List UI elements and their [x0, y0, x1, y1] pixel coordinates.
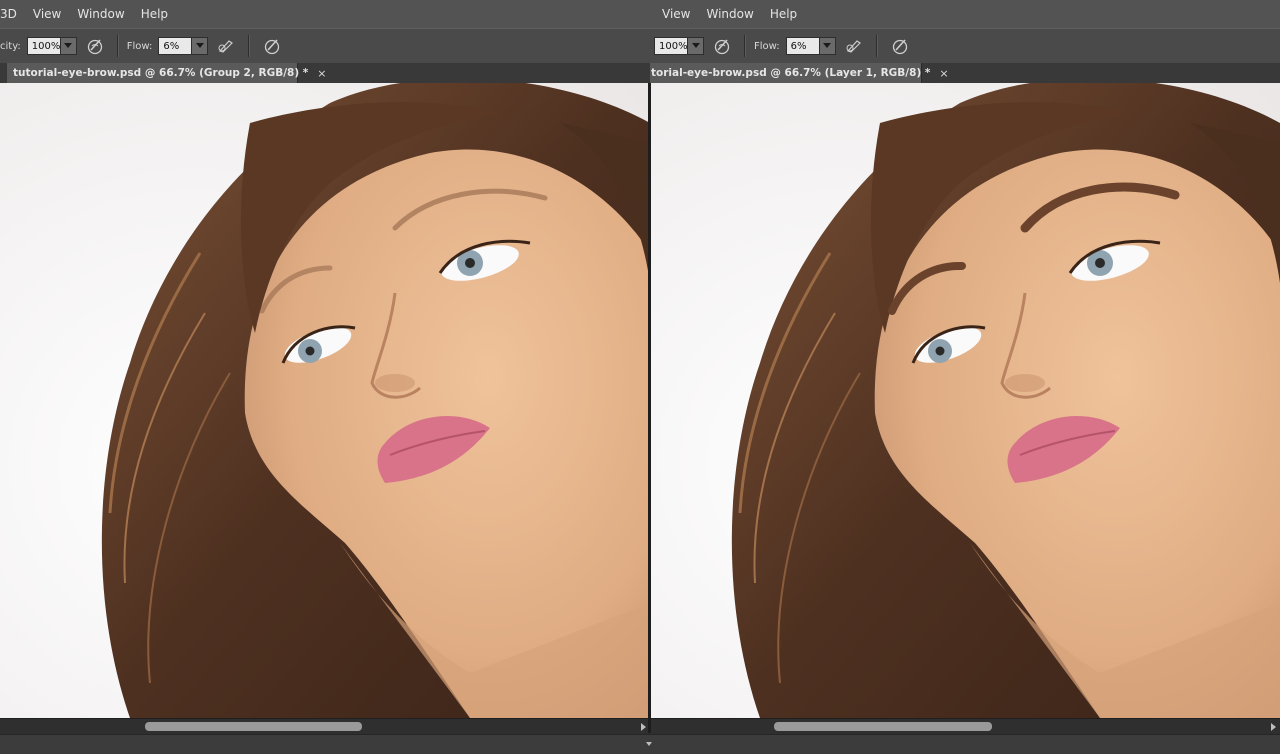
opacity-field[interactable]: 100%	[654, 37, 688, 55]
flow-label: Flow:	[754, 40, 780, 52]
chevron-down-icon	[195, 43, 204, 48]
flow-dropdown[interactable]	[819, 37, 836, 55]
options-bar: city: 100% Flow: 6%	[0, 28, 650, 64]
airbrush-pressure-icon[interactable]	[86, 37, 104, 55]
menu-view[interactable]: View	[25, 7, 69, 21]
chevron-down-icon	[823, 43, 832, 48]
airbrush-pressure-icon[interactable]	[713, 37, 731, 55]
separator	[116, 35, 119, 57]
menu-window[interactable]: Window	[69, 7, 132, 21]
menu-bar: 3D View Window Help	[0, 0, 650, 28]
menu-help[interactable]: Help	[133, 7, 176, 21]
menu-bar: View Window Help	[650, 0, 1280, 28]
airbrush-icon[interactable]	[845, 37, 863, 55]
menu-view[interactable]: View	[654, 7, 698, 21]
tablet-pressure-icon[interactable]	[263, 37, 281, 55]
document-tab-bar: tutorial-eye-brow.psd @ 66.7% (Group 2, …	[0, 63, 650, 83]
portrait-image	[650, 83, 1280, 718]
scrollbar-thumb[interactable]	[145, 722, 362, 731]
separator	[875, 35, 878, 57]
flow-dropdown[interactable]	[192, 37, 209, 55]
options-bar: 100% Flow: 6%	[650, 28, 1280, 64]
close-icon[interactable]: ×	[317, 67, 326, 80]
opacity-dropdown[interactable]	[688, 37, 704, 55]
portrait-image	[0, 83, 650, 718]
image-canvas[interactable]	[0, 83, 650, 718]
document-tab-title: torial-eye-brow.psd @ 66.7% (Layer 1, RG…	[651, 67, 931, 79]
flow-field[interactable]: 6%	[158, 37, 193, 55]
opacity-field[interactable]: 100%	[26, 37, 61, 55]
flow-label: Flow:	[126, 40, 153, 52]
tablet-pressure-icon[interactable]	[891, 37, 909, 55]
document-tab[interactable]: torial-eye-brow.psd @ 66.7% (Layer 1, RG…	[650, 63, 949, 83]
document-tab-title: tutorial-eye-brow.psd @ 66.7% (Group 2, …	[13, 67, 309, 79]
chevron-down-icon	[64, 43, 73, 48]
menu-window[interactable]: Window	[698, 7, 761, 21]
scrollbar-thumb[interactable]	[774, 722, 992, 731]
opacity-dropdown[interactable]	[60, 37, 77, 55]
document-tab-bar: torial-eye-brow.psd @ 66.7% (Layer 1, RG…	[650, 63, 1280, 83]
close-icon[interactable]: ×	[939, 67, 948, 80]
menu-help[interactable]: Help	[762, 7, 805, 21]
window-divider	[648, 83, 651, 733]
horizontal-scrollbar[interactable]	[650, 718, 1280, 734]
flow-field[interactable]: 6%	[785, 37, 820, 55]
scroll-right-arrow-icon[interactable]	[1271, 723, 1276, 731]
separator	[248, 35, 251, 57]
collapse-panel-icon[interactable]	[646, 742, 652, 746]
separator	[744, 35, 746, 57]
scroll-right-arrow-icon[interactable]	[641, 723, 646, 731]
horizontal-scrollbar[interactable]	[0, 718, 650, 734]
airbrush-icon[interactable]	[217, 37, 235, 55]
image-canvas[interactable]	[650, 83, 1280, 718]
menu-3d[interactable]: 3D	[0, 7, 25, 21]
opacity-label: city:	[0, 40, 21, 52]
document-tab[interactable]: tutorial-eye-brow.psd @ 66.7% (Group 2, …	[7, 63, 327, 83]
right-document-window: View Window Help 100% Flow: 6% torial-ey…	[650, 0, 1280, 738]
left-document-window: 3D View Window Help city: 100% Flow: 6% …	[0, 0, 650, 738]
chevron-down-icon	[691, 43, 700, 48]
status-bar	[0, 734, 1280, 754]
